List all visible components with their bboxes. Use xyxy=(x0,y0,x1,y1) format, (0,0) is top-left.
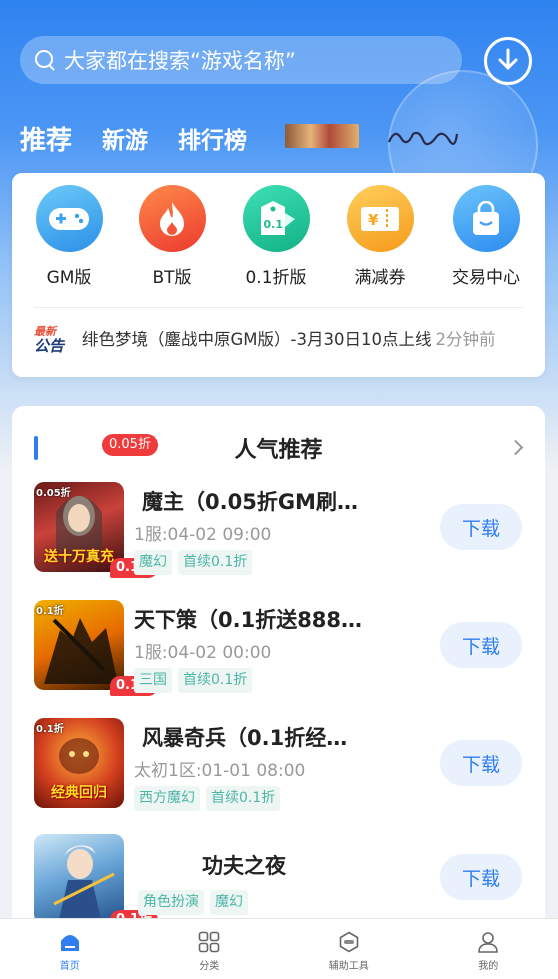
tab-new-games[interactable]: 新游 xyxy=(102,121,148,155)
nav-label: 我的 xyxy=(478,961,499,972)
search-icon xyxy=(34,49,56,71)
category-gm[interactable]: GM版 xyxy=(24,185,114,288)
nav-label: 分类 xyxy=(199,961,220,972)
category-coupon[interactable]: ¥ 满减券 xyxy=(335,185,425,288)
game-name: 功夫之夜 xyxy=(202,854,286,878)
server-info: 1服:04-02 09:00 xyxy=(134,525,272,545)
game-tag: 魔幻 xyxy=(210,890,248,915)
download-button[interactable]: 下载 xyxy=(440,740,522,786)
download-button[interactable]: 下载 xyxy=(440,854,522,900)
game-tag: 魔幻 xyxy=(134,550,172,575)
game-logo-banner[interactable] xyxy=(385,124,459,148)
nav-mine[interactable]: 我的 xyxy=(419,919,558,979)
nav-category[interactable]: 分类 xyxy=(140,919,280,979)
top-tabs: 推荐 新游 排行榜 xyxy=(20,116,277,160)
category-label: 满减券 xyxy=(354,268,406,288)
game-name: 天下策（0.1折送888… xyxy=(134,608,363,632)
nav-tools[interactable]: 辅助工具 xyxy=(279,919,419,979)
thumb-corner-label: 0.1折 xyxy=(36,724,64,735)
announcement-time: 2分钟前 xyxy=(435,330,496,349)
grid-icon xyxy=(198,931,220,953)
category-trade[interactable]: 交易中心 xyxy=(441,185,531,288)
announcement-text: 绯色梦境（鏖战中原GM版）-3月30日10点上线 xyxy=(82,330,432,349)
game-thumbnail[interactable]: 0.1折 经典回归 xyxy=(34,718,124,808)
game-thumbnail[interactable]: 0.1折 xyxy=(34,600,124,690)
nav-label: 首页 xyxy=(59,961,80,972)
announcement-bar[interactable]: 最新 公告 绯色梦境（鏖战中原GM版）-3月30日10点上线 2分钟前 xyxy=(34,323,531,355)
search-bar[interactable]: 大家都在搜索“游戏名称” xyxy=(20,36,462,84)
download-button[interactable]: 下载 xyxy=(440,622,522,668)
game-row[interactable]: 0.1折 经典回归 风暴奇兵（0.1折经… 太初1区:01-01 08:00 西… xyxy=(12,718,545,818)
server-info: 太初1区:01-01 08:00 xyxy=(134,761,306,781)
thumb-corner-label: 0.05折 xyxy=(36,488,71,499)
game-tags: 魔幻 首续0.1折 xyxy=(134,550,258,575)
tools-icon xyxy=(338,931,360,953)
category-bt[interactable]: BT版 xyxy=(127,185,217,288)
category-label: 0.1折版 xyxy=(245,268,307,288)
thumb-corner-label: 0.1折 xyxy=(36,606,64,617)
category-label: GM版 xyxy=(46,268,92,288)
game-row[interactable]: 0.1折 0.1折 天下策（0.1折送888… 1服:04-02 00:00 三… xyxy=(12,600,545,700)
game-tag: 首续0.1折 xyxy=(178,550,253,575)
flame-icon xyxy=(138,185,206,252)
game-tags: 三国 首续0.1折 xyxy=(134,668,258,693)
tab-recommend[interactable]: 推荐 xyxy=(20,120,72,157)
discount-tag-icon: 0.1 xyxy=(242,185,310,252)
search-placeholder: 大家都在搜索“游戏名称” xyxy=(64,49,296,73)
category-discount[interactable]: 0.1 0.1折版 xyxy=(231,185,321,288)
game-tag: 角色扮演 xyxy=(138,890,204,915)
promo-banner-image[interactable] xyxy=(285,124,359,148)
game-thumbnail[interactable] xyxy=(34,834,124,924)
game-row[interactable]: 0.1折 功夫之夜 角色扮演 魔幻 下载 xyxy=(12,834,545,926)
svg-text:¥: ¥ xyxy=(368,211,379,229)
category-label: 交易中心 xyxy=(452,268,520,288)
category-label: BT版 xyxy=(152,268,192,288)
bottom-navigation: 首页 分类 辅助工具 我的 xyxy=(0,918,558,979)
download-icon xyxy=(498,48,518,70)
user-icon xyxy=(477,931,499,953)
popular-section: 0.05折 人气推荐 0.05折 送十万真充 0.1折 魔主（0.05折GM刷…… xyxy=(12,406,545,926)
game-tags: 角色扮演 魔幻 xyxy=(138,890,254,915)
thumb-overlay-text: 经典回归 xyxy=(51,785,107,801)
game-name: 风暴奇兵（0.1折经… xyxy=(142,726,348,750)
nav-label: 辅助工具 xyxy=(328,961,369,972)
home-icon xyxy=(59,931,81,953)
game-row[interactable]: 0.05折 送十万真充 0.1折 魔主（0.05折GM刷… 1服:04-02 0… xyxy=(12,482,545,582)
gamepad-icon xyxy=(35,185,103,252)
tab-ranking[interactable]: 排行榜 xyxy=(178,121,247,155)
game-thumbnail[interactable]: 0.05折 送十万真充 xyxy=(34,482,124,572)
announcement-badge-icon: 最新 公告 xyxy=(34,323,74,355)
game-tag: 西方魔幻 xyxy=(134,786,200,811)
nav-home[interactable]: 首页 xyxy=(0,919,140,979)
coupon-icon: ¥ xyxy=(346,185,414,252)
server-info: 1服:04-02 00:00 xyxy=(134,643,272,663)
badge-bottom-text: 公告 xyxy=(34,337,65,355)
divider xyxy=(34,307,523,308)
download-button[interactable]: 下载 xyxy=(440,504,522,550)
game-name: 魔主（0.05折GM刷… xyxy=(142,490,358,514)
game-tags: 西方魔幻 首续0.1折 xyxy=(134,786,286,811)
game-tag: 首续0.1折 xyxy=(178,668,253,693)
game-tag: 首续0.1折 xyxy=(206,786,281,811)
category-card: GM版 BT版 0.1 0.1折版 ¥ 满减券 交易中心 最新 公告 绯色梦境（… xyxy=(12,173,545,377)
shopping-bag-icon xyxy=(452,185,520,252)
game-tag: 三国 xyxy=(134,668,172,693)
section-title: 人气推荐 xyxy=(234,438,323,463)
download-manager-button[interactable] xyxy=(484,37,532,85)
svg-text:0.1: 0.1 xyxy=(264,218,284,231)
